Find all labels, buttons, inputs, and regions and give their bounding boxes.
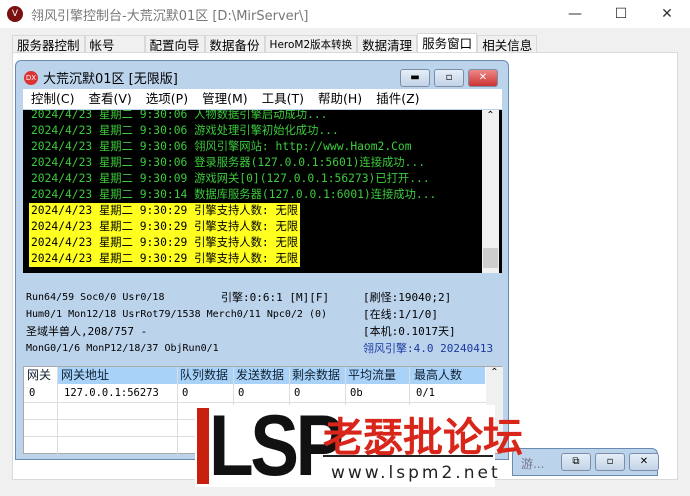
refresh-stats: [刷怪:19040;2] bbox=[363, 291, 452, 304]
column-header[interactable]: 平均流量 bbox=[348, 367, 396, 384]
watermark-lsp: LSP bbox=[209, 398, 344, 494]
app-logo-icon: V bbox=[7, 6, 23, 22]
log-line-highlight: 2024/4/23 星期二 9:30:29 引擎支持人数: 无限 bbox=[29, 203, 301, 219]
log-line-highlight: 2024/4/23 星期二 9:30:29 引擎支持人数: 无限 bbox=[29, 219, 301, 235]
table-cell: 0 bbox=[29, 387, 36, 399]
menu-bar: 控制(C) 查看(V) 选项(P) 管理(M) 工具(T) 帮助(H) 插件(Z… bbox=[23, 89, 502, 109]
column-header[interactable]: 队列数据 bbox=[180, 367, 228, 384]
mdi-close-button[interactable]: ✕ bbox=[468, 69, 498, 87]
column-header[interactable]: 网关地址 bbox=[61, 367, 109, 384]
title-bar: V 翎风引擎控制台-大荒沉默01区 [D:\MirServer\] — ☐ ✕ bbox=[0, 0, 690, 28]
tab-bar: 服务器控制 帐号 配置向导 数据备份 HeroM2版本转换 数据清理 服务窗口 … bbox=[12, 33, 538, 54]
close-button[interactable]: ✕ bbox=[644, 0, 690, 28]
engine-stats: 引擎:0:6:1 [M][F] bbox=[221, 291, 330, 304]
log-line-highlight: 2024/4/23 星期二 9:30:29 引擎支持人数: 无限 bbox=[29, 235, 301, 251]
mdi-maximize-button[interactable]: ▫ bbox=[434, 69, 464, 87]
table-cell: 0/1 bbox=[416, 387, 435, 399]
window-title: 翎风引擎控制台-大荒沉默01区 [D:\MirServer\] bbox=[31, 8, 309, 24]
menu-tools[interactable]: 工具(T) bbox=[262, 89, 304, 109]
log-line-highlight: 2024/4/23 星期二 9:30:29 引擎支持人数: 无限 bbox=[29, 251, 301, 267]
table-cell: 0b bbox=[350, 387, 363, 399]
scroll-up-icon[interactable]: ⌃ bbox=[486, 367, 503, 378]
server-window-title: DX 大荒沉默01区 [无限版] bbox=[24, 68, 178, 87]
hum-stats: Hum0/1 Mon12/18 UsrRot79/1538 Merch0/11 … bbox=[26, 309, 328, 320]
online-stats: [在线:1/1/0] bbox=[363, 308, 438, 321]
table-cell: 127.0.0.1:56273 bbox=[64, 387, 159, 399]
minimized-window-title: 游... bbox=[521, 457, 545, 471]
log-line: 2024/4/23 星期二 9:30:06 登录服务器(127.0.0.1:56… bbox=[31, 156, 426, 169]
minimize-button[interactable]: — bbox=[552, 0, 598, 28]
scroll-thumb[interactable] bbox=[483, 248, 498, 268]
column-header[interactable]: 最高人数 bbox=[414, 367, 462, 384]
mong-stats: MonG0/1/6 MonP12/18/37 ObjRun0/1 bbox=[26, 343, 219, 354]
local-uptime: [本机:0.1017天] bbox=[363, 325, 456, 338]
menu-options[interactable]: 选项(P) bbox=[146, 89, 188, 109]
maximize-button-mini[interactable]: ▫ bbox=[595, 453, 625, 471]
watermark-logo: LSP 老瑟批论坛 www.lspm2.net bbox=[195, 398, 523, 494]
run-stats: Run64/59 Soc0/0 Usr0/18 bbox=[26, 292, 165, 303]
status-panel: Run64/59 Soc0/0 Usr0/18 引擎:0:6:1 [M][F] … bbox=[23, 289, 502, 361]
column-header[interactable]: 发送数据 bbox=[236, 367, 284, 384]
minimized-window[interactable]: 游... ⧉ ▫ ✕ bbox=[512, 448, 659, 476]
column-header[interactable]: 网关 bbox=[27, 367, 51, 384]
server-window-title-text: 大荒沉默01区 [无限版] bbox=[43, 72, 178, 87]
log-output[interactable]: 2024/4/23 星期二 9:30:06 人物数据引擎启动成功... 2024… bbox=[23, 110, 502, 273]
mdi-minimize-button[interactable]: ▬ bbox=[400, 69, 430, 87]
maximize-button[interactable]: ☐ bbox=[598, 0, 644, 28]
menu-view[interactable]: 查看(V) bbox=[88, 89, 131, 109]
watermark-url: www.lspm2.net bbox=[331, 463, 501, 483]
menu-control[interactable]: 控制(C) bbox=[31, 89, 74, 109]
log-line: 2024/4/23 星期二 9:30:14 数据库服务器(127.0.0.1:6… bbox=[31, 188, 437, 201]
column-header[interactable]: 剩余数据 bbox=[292, 367, 340, 384]
table-cell: 0 bbox=[182, 387, 189, 399]
log-line: 2024/4/23 星期二 9:30:06 翎风引擎网站: http://www… bbox=[31, 140, 412, 153]
tab-service-window[interactable]: 服务窗口 bbox=[417, 33, 478, 54]
log-line: 2024/4/23 星期二 9:30:06 游戏处理引擎初始化成功... bbox=[31, 124, 339, 137]
restore-button[interactable]: ⧉ bbox=[561, 453, 591, 471]
menu-manage[interactable]: 管理(M) bbox=[202, 89, 248, 109]
app-icon: DX bbox=[24, 70, 38, 85]
log-line: 2024/4/23 星期二 9:30:06 人物数据引擎启动成功... bbox=[31, 110, 328, 121]
close-button-mini[interactable]: ✕ bbox=[629, 453, 659, 471]
engine-version: 翎风引擎:4.0 20240413 bbox=[363, 342, 494, 355]
log-scrollbar[interactable]: ⌃ bbox=[482, 110, 499, 273]
log-line: 2024/4/23 星期二 9:30:09 游戏网关[0](127.0.0.1:… bbox=[31, 172, 430, 185]
menu-plugins[interactable]: 插件(Z) bbox=[376, 89, 419, 109]
monster-stats: 圣域半兽人,208/757 - bbox=[26, 325, 148, 338]
menu-help[interactable]: 帮助(H) bbox=[318, 89, 362, 109]
scroll-up-icon[interactable]: ⌃ bbox=[482, 110, 499, 121]
